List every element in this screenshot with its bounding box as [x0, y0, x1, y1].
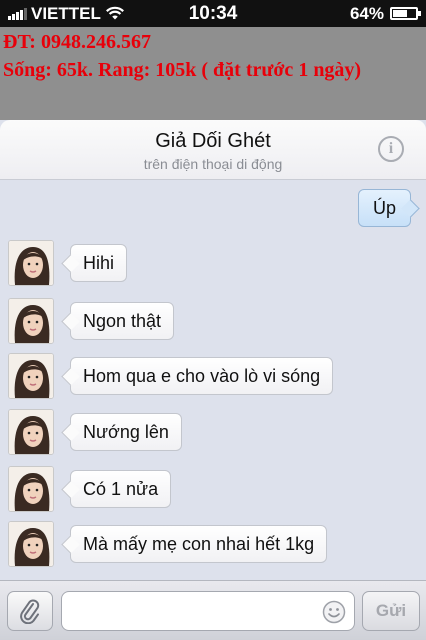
attach-button[interactable]: [7, 591, 53, 631]
incoming-message: Ngon thật: [8, 298, 175, 344]
incoming-message: Hihi: [8, 240, 128, 286]
message-input[interactable]: [61, 591, 355, 631]
ad-price-text: Sống: 65k. Rang: 105k ( đặt trước 1 ngày…: [3, 59, 362, 81]
status-right: 64%: [268, 3, 421, 24]
wifi-icon: [105, 6, 124, 20]
paperclip-icon: [20, 599, 40, 624]
avatar[interactable]: [8, 521, 54, 567]
message-text: Nướng lên: [83, 421, 169, 442]
message-text: Hom qua e cho vào lò vi sóng: [83, 365, 321, 386]
status-left: VIETTEL: [8, 4, 158, 24]
message-bubble: Có 1 nửa: [70, 470, 172, 508]
incoming-message: Nướng lên: [8, 409, 182, 455]
incoming-message: Mà mấy mẹ con nhai hết 1kg: [8, 521, 328, 567]
status-bar: VIETTEL 10:34 64%: [0, 0, 426, 27]
outgoing-message: Úp: [357, 189, 411, 227]
avatar[interactable]: [8, 353, 54, 399]
message-bubble: Mà mấy mẹ con nhai hết 1kg: [70, 525, 328, 563]
signal-bars-icon: [8, 7, 27, 20]
avatar[interactable]: [8, 240, 54, 286]
carrier-name: VIETTEL: [31, 3, 101, 23]
contact-subtitle: trên điện thoại di động: [143, 156, 283, 172]
chat-header: Giả Dối Ghét trên điện thoại di động i: [0, 120, 426, 180]
battery-percent: 64%: [349, 3, 384, 23]
ad-phone-text: ĐT: 0948.246.567: [3, 31, 151, 53]
message-text: Úp: [372, 197, 396, 218]
message-text: Ngon thật: [83, 310, 162, 331]
send-button[interactable]: Gửi: [362, 591, 420, 631]
incoming-message: Hom qua e cho vào lò vi sóng: [8, 353, 334, 399]
message-text: Mà mấy mẹ con nhai hết 1kg: [83, 533, 315, 554]
battery-icon: [390, 7, 421, 20]
avatar[interactable]: [8, 466, 54, 512]
message-bubble: Hihi: [70, 244, 128, 282]
message-list[interactable]: Úp Hihi Ngon thật Hom qua e cho vào lò v…: [0, 181, 426, 581]
message-text: Hihi: [83, 252, 115, 273]
status-time: 10:34: [188, 2, 238, 24]
message-text: Có 1 nửa: [83, 478, 159, 499]
emoji-button[interactable]: [322, 600, 346, 624]
avatar[interactable]: [8, 409, 54, 455]
message-bubble: Hom qua e cho vào lò vi sóng: [70, 357, 334, 395]
ad-overlay: ĐT: 0948.246.567 Sống: 65k. Rang: 105k (…: [0, 27, 426, 120]
message-bubble: Nướng lên: [70, 413, 182, 451]
info-icon[interactable]: i: [378, 136, 404, 162]
input-bar: Gửi: [0, 580, 426, 640]
avatar[interactable]: [8, 298, 54, 344]
message-bubble: Ngon thật: [70, 302, 175, 340]
incoming-message: Có 1 nửa: [8, 466, 172, 512]
smiley-icon: [322, 600, 346, 624]
contact-name: Giả Dối Ghét: [155, 130, 271, 152]
